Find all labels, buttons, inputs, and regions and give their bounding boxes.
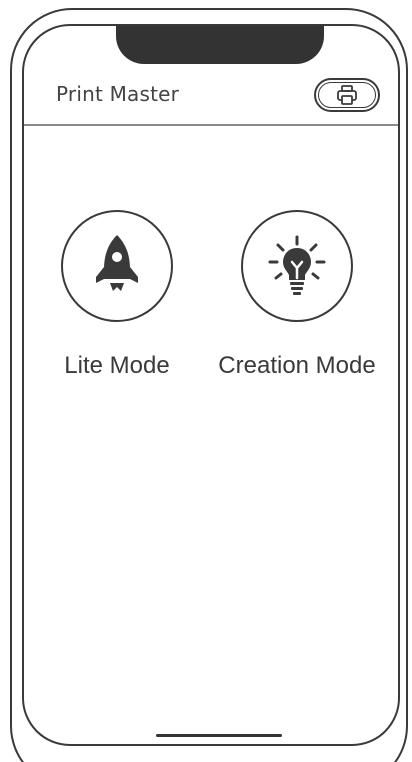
lite-mode-circle: [61, 210, 173, 322]
lightbulb-icon: [268, 235, 326, 295]
home-indicator[interactable]: [156, 734, 282, 737]
lite-mode-button[interactable]: Lite Mode: [42, 210, 192, 380]
app-title: Print Master: [56, 82, 180, 106]
printer-icon: [337, 85, 357, 105]
print-button[interactable]: [314, 78, 380, 112]
lite-mode-label: Lite Mode: [64, 352, 170, 379]
creation-mode-button[interactable]: Creation Mode: [218, 210, 376, 380]
phone-screen: Print Master Lite Mode Creation Mode: [22, 24, 400, 746]
app-header: Print Master: [24, 26, 398, 126]
rocket-icon: [96, 235, 138, 291]
creation-mode-label: Creation Mode: [218, 352, 376, 379]
device-frame: Print Master Lite Mode Creation Mode: [0, 0, 412, 762]
creation-mode-circle: [241, 210, 353, 322]
